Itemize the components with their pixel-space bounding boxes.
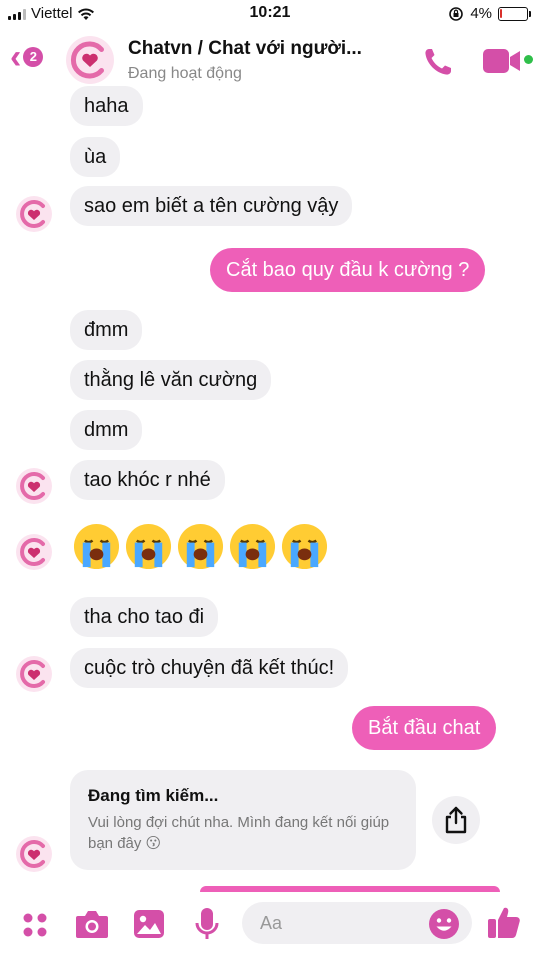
rotation-lock-icon (449, 6, 464, 21)
incoming-message[interactable]: cuộc trò chuyện đã kết thúc! (70, 648, 349, 688)
battery-percent: 4% (470, 5, 492, 22)
status-bar: Viettel 10:21 4% (0, 0, 540, 30)
incoming-message[interactable]: dmm (70, 410, 143, 450)
menu-dots-icon[interactable] (20, 910, 50, 940)
stranger-avatar (16, 196, 52, 232)
share-button[interactable] (432, 796, 480, 844)
outgoing-message[interactable]: Bắt đầu chat (352, 706, 497, 750)
incoming-message[interactable]: đmm (70, 310, 143, 350)
video-camera-icon[interactable] (482, 48, 522, 74)
phone-icon[interactable] (420, 44, 456, 80)
crying-face-emoji (281, 523, 328, 570)
chatvn-avatar[interactable] (66, 36, 114, 84)
incoming-message[interactable]: haha (70, 86, 143, 126)
outgoing-message[interactable]: Cắt bao quy đầu k cường ? (210, 248, 486, 292)
thumbs-up-icon[interactable] (486, 904, 522, 940)
stranger-avatar (16, 836, 52, 872)
crying-face-emoji (73, 523, 120, 570)
battery-icon (498, 6, 531, 21)
stranger-avatar (16, 534, 52, 570)
chevron-left-icon: ‹ (10, 38, 22, 76)
incoming-message[interactable]: tao khóc r nhé (70, 460, 225, 500)
camera-icon[interactable] (74, 908, 110, 940)
chat-title[interactable]: Chatvn / Chat với người... (128, 38, 362, 60)
share-icon (445, 806, 467, 834)
unread-count-badge: 2 (23, 47, 44, 67)
incoming-message[interactable]: ùa (70, 137, 121, 177)
composer-bar: Aa (0, 892, 540, 960)
back-button[interactable]: ‹ 2 (10, 38, 44, 76)
chat-header: ‹ 2 Chatvn / Chat với người... Đang hoạt… (0, 30, 540, 92)
image-icon[interactable] (132, 908, 166, 940)
microphone-icon[interactable] (192, 906, 222, 942)
stranger-avatar (16, 468, 52, 504)
active-status: Đang hoạt động (128, 65, 242, 82)
crying-face-emoji (229, 523, 276, 570)
emoji-message[interactable] (72, 522, 329, 571)
crying-face-emoji (177, 523, 224, 570)
searching-card[interactable]: Đang tìm kiếm... Vui lòng đợi chút nha. … (70, 770, 416, 870)
emoji-icon[interactable] (428, 908, 460, 940)
card-body: Vui lòng đợi chút nha. Mình đang kết nối… (88, 814, 390, 852)
card-title: Đang tìm kiếm... (88, 786, 219, 805)
crying-face-emoji (125, 523, 172, 570)
incoming-message[interactable]: thằng lê văn cường (70, 360, 272, 400)
incoming-message[interactable]: tha cho tao đi (70, 597, 219, 637)
stranger-avatar (16, 656, 52, 692)
incoming-message[interactable]: sao em biết a tên cường vậy (70, 186, 353, 226)
online-indicator (524, 55, 533, 64)
